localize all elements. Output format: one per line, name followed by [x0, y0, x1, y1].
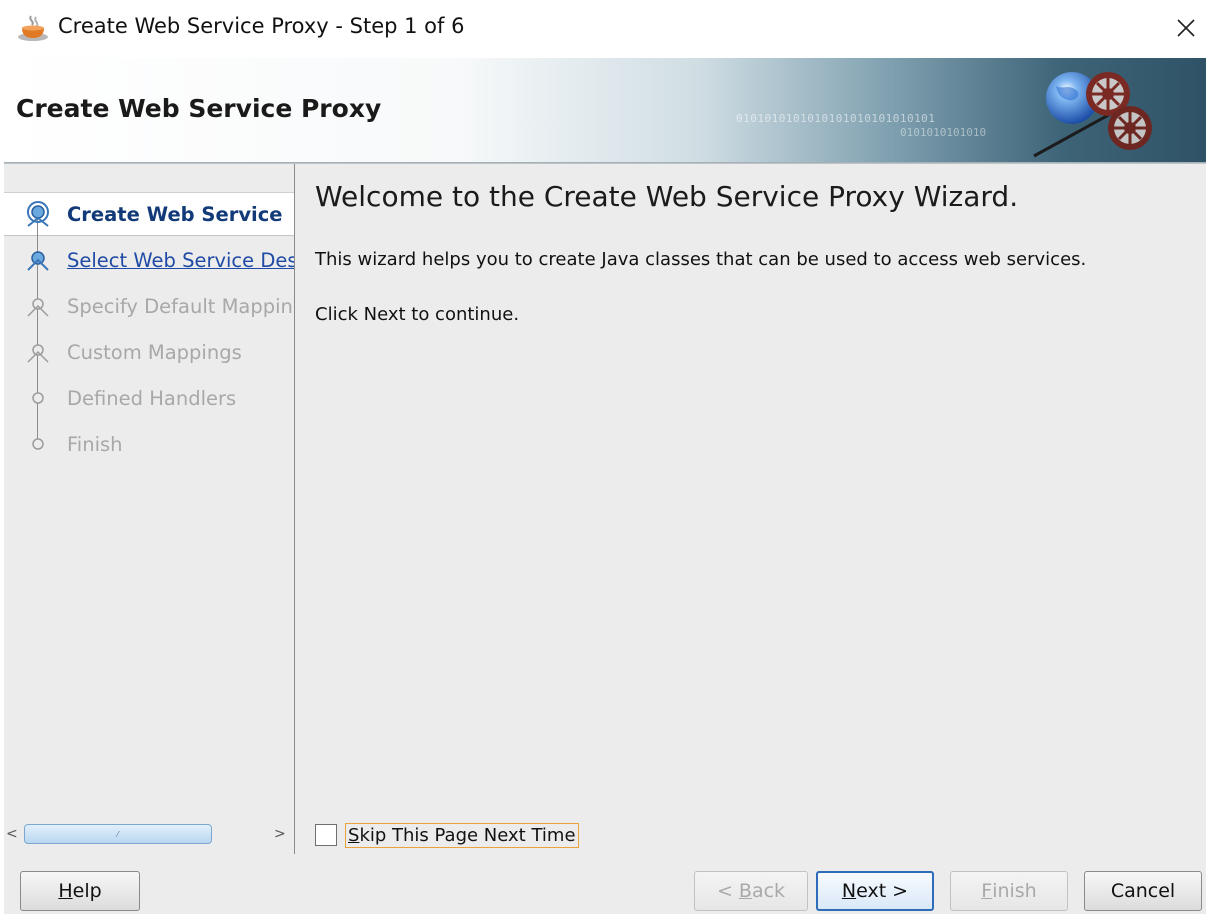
mnemonic: F: [981, 880, 993, 902]
label-text: ext >: [856, 880, 909, 902]
window-title: Create Web Service Proxy - Step 1 of 6: [58, 14, 465, 38]
globe-with-gears-icon: [1033, 72, 1152, 158]
step-label: Defined Handlers: [67, 386, 237, 410]
scroll-left-arrow[interactable]: <: [6, 826, 22, 842]
coffee-cup-icon: [18, 15, 48, 41]
mnemonic: B: [738, 880, 752, 902]
scroll-right-arrow[interactable]: >: [274, 826, 290, 842]
cancel-button[interactable]: Cancel: [1084, 871, 1202, 911]
pending-step-icon: [32, 392, 44, 404]
pending-step-icon: [32, 438, 44, 450]
wizard-content: Create Web Service Select Web Service De…: [4, 164, 1206, 914]
skip-page-label[interactable]: Skip This Page Next Time: [345, 822, 579, 848]
label-text: ack: [751, 880, 786, 902]
next-button[interactable]: Next >: [816, 871, 934, 911]
close-icon[interactable]: [1172, 14, 1200, 42]
finish-button[interactable]: Finish: [950, 871, 1068, 911]
label-text: inish: [992, 880, 1037, 902]
label-text: kip This Page Next Time: [359, 824, 576, 846]
wizard-banner: Create Web Service Proxy 010101010101010…: [4, 58, 1206, 164]
visited-step-icon: [27, 251, 49, 271]
step-navigator: Create Web Service Select Web Service De…: [4, 164, 295, 854]
step-specify-default-mapping: Specify Default Mapping: [4, 284, 295, 328]
help-button[interactable]: Help: [20, 871, 140, 911]
scrollbar-thumb[interactable]: ⁄: [24, 824, 212, 844]
back-button[interactable]: < Back: [694, 871, 808, 911]
binary-decoration: 0101010101010101010101010101: [736, 112, 936, 125]
pending-step-icon: [27, 298, 49, 317]
label-prefix: <: [716, 880, 739, 902]
welcome-panel: Welcome to the Create Web Service Proxy …: [296, 164, 1206, 854]
label-text: elp: [72, 880, 102, 902]
wizard-description: This wizard helps you to create Java cla…: [315, 249, 1087, 270]
step-label: Specify Default Mapping: [67, 294, 295, 318]
continue-instruction: Click Next to continue.: [315, 304, 520, 325]
horizontal-scrollbar[interactable]: < ⁄ >: [4, 820, 294, 848]
step-label: Custom Mappings: [67, 340, 242, 364]
binary-decoration-2: 0101010101010: [900, 126, 987, 139]
step-select-web-service-description[interactable]: Select Web Service Desc: [4, 238, 295, 282]
step-custom-mappings: Custom Mappings: [4, 330, 294, 374]
skip-page-checkbox[interactable]: [315, 824, 337, 846]
step-label: Finish: [67, 432, 123, 456]
title-bar: Create Web Service Proxy - Step 1 of 6: [0, 0, 1210, 58]
mnemonic: N: [841, 880, 857, 902]
step-finish: Finish: [4, 422, 294, 466]
banner-title: Create Web Service Proxy: [16, 94, 382, 123]
pending-step-icon: [27, 344, 49, 363]
mnemonic: S: [348, 824, 360, 846]
current-step-icon: [27, 201, 49, 227]
mnemonic: H: [58, 880, 73, 902]
label-text: Cancel: [1110, 880, 1176, 902]
step-label: Select Web Service Desc: [67, 248, 295, 272]
welcome-heading: Welcome to the Create Web Service Proxy …: [315, 180, 1019, 213]
step-create-web-service[interactable]: Create Web Service: [4, 192, 294, 236]
skip-page-option[interactable]: Skip This Page Next Time: [315, 821, 579, 849]
step-defined-handlers: Defined Handlers: [4, 376, 294, 420]
step-label: Create Web Service: [67, 202, 283, 226]
scrollbar-grip-icon: ⁄: [117, 830, 119, 839]
